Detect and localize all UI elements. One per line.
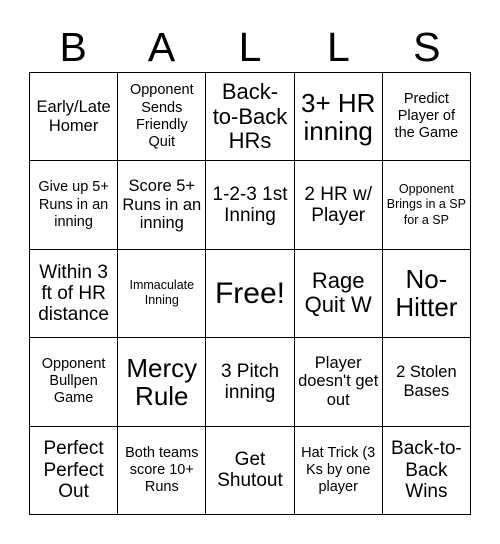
bingo-cell-label: Hat Trick (3 Ks by one player bbox=[301, 444, 376, 495]
bingo-cell-label: 1-2-3 1st Inning bbox=[212, 183, 288, 227]
bingo-cell-label: Free! bbox=[214, 276, 285, 310]
bingo-cell-r2-c2[interactable]: Free! bbox=[206, 249, 295, 339]
bingo-cell-r0-c4[interactable]: Predict Player of the Game bbox=[382, 73, 471, 162]
bingo-cell-label: Predict Player of the Game bbox=[394, 91, 459, 142]
bingo-cell-label: Player doesn't get out bbox=[298, 353, 379, 410]
bingo-header-row: BALLS bbox=[29, 8, 471, 72]
bingo-cell-r1-c4[interactable]: Opponent Brings in a SP for a SP bbox=[382, 161, 471, 250]
bingo-cell-r1-c2[interactable]: 1-2-3 1st Inning bbox=[206, 161, 295, 250]
bingo-header-letter-2: L bbox=[238, 24, 262, 70]
bingo-grid: Early/Late Homer Opponent Sends Friendly … bbox=[29, 72, 471, 515]
bingo-cell-label: Get Shutout bbox=[217, 449, 283, 492]
bingo-cell-r4-c2[interactable]: Get Shutout bbox=[206, 426, 295, 515]
bingo-cell-label: Mercy Rule bbox=[126, 352, 198, 411]
bingo-cell-r0-c0[interactable]: Early/Late Homer bbox=[30, 73, 119, 162]
bingo-cell-label: Immaculate Inning bbox=[129, 278, 195, 308]
bingo-cell-label: Back-to-Back Wins bbox=[391, 438, 462, 502]
bingo-header-letter-4: S bbox=[413, 24, 441, 70]
bingo-cell-label: 2 Stolen Bases bbox=[396, 363, 457, 400]
bingo-cell-r2-c1[interactable]: Immaculate Inning bbox=[118, 249, 207, 339]
bingo-cell-r2-c4[interactable]: No-Hitter bbox=[382, 249, 471, 339]
bingo-cell-label: Perfect Perfect Out bbox=[43, 438, 104, 502]
bingo-header-letter-0: B bbox=[59, 24, 87, 70]
bingo-cell-label: Opponent Sends Friendly Quit bbox=[129, 82, 194, 150]
bingo-cell-r4-c4[interactable]: Back-to-Back Wins bbox=[382, 426, 471, 515]
bingo-cell-r3-c2[interactable]: 3 Pitch inning bbox=[206, 338, 295, 427]
bingo-cell-label: Early/Late Homer bbox=[36, 97, 111, 135]
bingo-cell-label: Give up 5+ Runs in an inning bbox=[38, 179, 109, 230]
bingo-cell-r3-c3[interactable]: Player doesn't get out bbox=[294, 338, 383, 427]
bingo-cell-r0-c1[interactable]: Opponent Sends Friendly Quit bbox=[118, 73, 207, 162]
bingo-cell-label: Both teams score 10+ Runs bbox=[125, 444, 199, 495]
bingo-cell-r3-c4[interactable]: 2 Stolen Bases bbox=[382, 338, 471, 427]
bingo-cell-label: Rage Quit W bbox=[304, 268, 372, 318]
bingo-header-letter-3: L bbox=[327, 24, 350, 70]
bingo-cell-label: Score 5+ Runs in an inning bbox=[122, 176, 202, 233]
bingo-cell-label: Opponent Brings in a SP for a SP bbox=[386, 182, 466, 227]
bingo-cell-r4-c0[interactable]: Perfect Perfect Out bbox=[30, 426, 119, 515]
bingo-card: B A L L S Early/Late Homer Opponent Sends Fri… bbox=[0, 0, 500, 544]
bingo-cell-label: 2 HR w/ Player bbox=[304, 183, 372, 227]
bingo-cell-label: Opponent Bullpen Game bbox=[41, 356, 106, 407]
bingo-cell-r3-c1[interactable]: Mercy Rule bbox=[118, 338, 207, 427]
bingo-cell-label: Back-to-Back HRs bbox=[212, 79, 288, 153]
bingo-cell-label: Within 3 ft of HR distance bbox=[38, 261, 109, 326]
bingo-cell-r4-c1[interactable]: Both teams score 10+ Runs bbox=[118, 426, 207, 515]
bingo-cell-r2-c3[interactable]: Rage Quit W bbox=[294, 249, 383, 339]
bingo-cell-r2-c0[interactable]: Within 3 ft of HR distance bbox=[30, 249, 119, 339]
bingo-header-letter-1: A bbox=[147, 24, 176, 70]
bingo-cell-r1-c1[interactable]: Score 5+ Runs in an inning bbox=[118, 161, 207, 250]
bingo-cell-r4-c3[interactable]: Hat Trick (3 Ks by one player bbox=[294, 426, 383, 515]
bingo-cell-r3-c0[interactable]: Opponent Bullpen Game bbox=[30, 338, 119, 427]
bingo-cell-label: 3+ HR inning bbox=[300, 87, 376, 146]
bingo-cell-r0-c2[interactable]: Back-to-Back HRs bbox=[206, 73, 295, 162]
bingo-cell-r1-c3[interactable]: 2 HR w/ Player bbox=[294, 161, 383, 250]
bingo-cell-label: No-Hitter bbox=[395, 264, 458, 323]
bingo-cell-label: 3 Pitch inning bbox=[220, 360, 280, 403]
bingo-cell-r0-c3[interactable]: 3+ HR inning bbox=[294, 73, 383, 162]
bingo-cell-r1-c0[interactable]: Give up 5+ Runs in an inning bbox=[30, 161, 119, 250]
